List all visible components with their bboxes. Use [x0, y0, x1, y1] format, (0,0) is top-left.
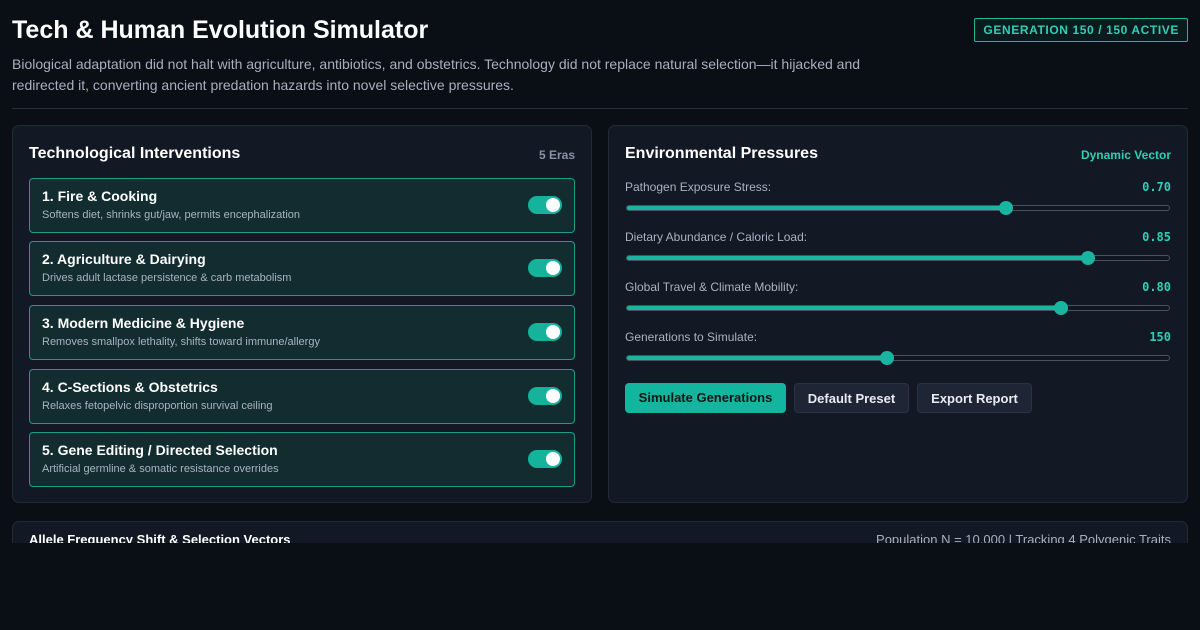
- slider-thumb[interactable]: [880, 351, 895, 365]
- default-preset-button[interactable]: Default Preset: [794, 383, 909, 413]
- generations-slider-row: Generations to Simulate: 150: [625, 330, 1171, 370]
- slider-value: 150: [1149, 330, 1171, 344]
- pressures-header: Environmental Pressures Dynamic Vector: [625, 145, 1171, 167]
- simulate-generations-button[interactable]: Simulate Generations: [625, 383, 786, 413]
- toggle-knob: [546, 325, 560, 339]
- era-toggle-agriculture-dairying[interactable]: [528, 259, 562, 277]
- toggle-knob: [546, 261, 560, 275]
- era-item-c-sections[interactable]: 4. C-Sections & Obstetrics Relaxes fetop…: [29, 369, 575, 424]
- slider-label: Global Travel & Climate Mobility:: [625, 280, 799, 294]
- slider-label: Pathogen Exposure Stress:: [625, 180, 772, 194]
- pressures-panel: Environmental Pressures Dynamic Vector P…: [608, 125, 1188, 503]
- era-name: 5. Gene Editing / Directed Selection: [42, 442, 278, 458]
- era-toggle-gene-editing[interactable]: [528, 450, 562, 468]
- slider-fill: [627, 206, 1007, 210]
- era-name: 4. C-Sections & Obstetrics: [42, 379, 218, 395]
- slider-thumb[interactable]: [1080, 251, 1095, 265]
- era-toggle-fire-cooking[interactable]: [528, 196, 562, 214]
- era-description: Removes smallpox lethality, shifts towar…: [42, 336, 320, 348]
- generation-status-badge: GENERATION 150 / 150 ACTIVE: [974, 18, 1188, 42]
- era-description: Softens diet, shrinks gut/jaw, permits e…: [42, 209, 301, 221]
- slider-label: Generations to Simulate:: [625, 330, 758, 344]
- era-item-gene-editing[interactable]: 5. Gene Editing / Directed Selection Art…: [29, 432, 575, 487]
- pathogen-exposure-slider-row: Pathogen Exposure Stress: 0.70: [625, 180, 1171, 220]
- interventions-header: Technological Interventions 5 Eras: [29, 145, 575, 167]
- global-travel-slider[interactable]: [626, 301, 1170, 315]
- era-name: 2. Agriculture & Dairying: [42, 251, 206, 267]
- global-travel-slider-row: Global Travel & Climate Mobility: 0.80: [625, 280, 1171, 320]
- slider-thumb[interactable]: [999, 201, 1014, 215]
- era-name: 3. Modern Medicine & Hygiene: [42, 315, 245, 331]
- pressures-title: Environmental Pressures: [625, 145, 818, 162]
- slider-value: 0.70: [1142, 180, 1171, 194]
- era-item-fire-cooking[interactable]: 1. Fire & Cooking Softens diet, shrinks …: [29, 178, 575, 233]
- toggle-knob: [546, 198, 560, 212]
- generations-slider[interactable]: [626, 351, 1170, 365]
- dietary-abundance-slider-row: Dietary Abundance / Caloric Load: 0.85: [625, 230, 1171, 270]
- header-divider: [12, 108, 1188, 109]
- era-description: Relaxes fetopelvic disproportion surviva…: [42, 400, 273, 412]
- era-item-modern-medicine[interactable]: 3. Modern Medicine & Hygiene Removes sma…: [29, 305, 575, 360]
- era-name: 1. Fire & Cooking: [42, 188, 158, 204]
- dynamic-vector-tag: Dynamic Vector: [1080, 148, 1171, 162]
- toggle-knob: [546, 389, 560, 403]
- slider-value: 0.85: [1142, 230, 1171, 244]
- interventions-panel: Technological Interventions 5 Eras 1. Fi…: [12, 125, 592, 503]
- page-bottom-area: [0, 543, 1200, 630]
- slider-label: Dietary Abundance / Caloric Load:: [625, 230, 808, 244]
- slider-fill: [627, 356, 888, 360]
- page-header: Tech & Human Evolution Simulator GENERAT…: [12, 14, 1188, 96]
- export-report-button[interactable]: Export Report: [917, 383, 1032, 413]
- slider-fill: [627, 306, 1061, 310]
- slider-value: 0.80: [1142, 280, 1171, 294]
- eras-count-tag: 5 Eras: [538, 148, 575, 162]
- interventions-title: Technological Interventions: [29, 145, 241, 162]
- era-item-agriculture-dairying[interactable]: 2. Agriculture & Dairying Drives adult l…: [29, 241, 575, 296]
- era-toggle-c-sections[interactable]: [528, 387, 562, 405]
- slider-fill: [627, 256, 1088, 260]
- era-description: Artificial germline & somatic resistance…: [42, 463, 279, 475]
- era-toggle-modern-medicine[interactable]: [528, 323, 562, 341]
- era-description: Drives adult lactase persistence & carb …: [42, 272, 292, 284]
- page-subtitle: Biological adaptation did not halt with …: [12, 56, 861, 93]
- slider-thumb[interactable]: [1053, 301, 1068, 315]
- toggle-knob: [546, 452, 560, 466]
- pathogen-exposure-slider[interactable]: [626, 201, 1170, 215]
- dietary-abundance-slider[interactable]: [626, 251, 1170, 265]
